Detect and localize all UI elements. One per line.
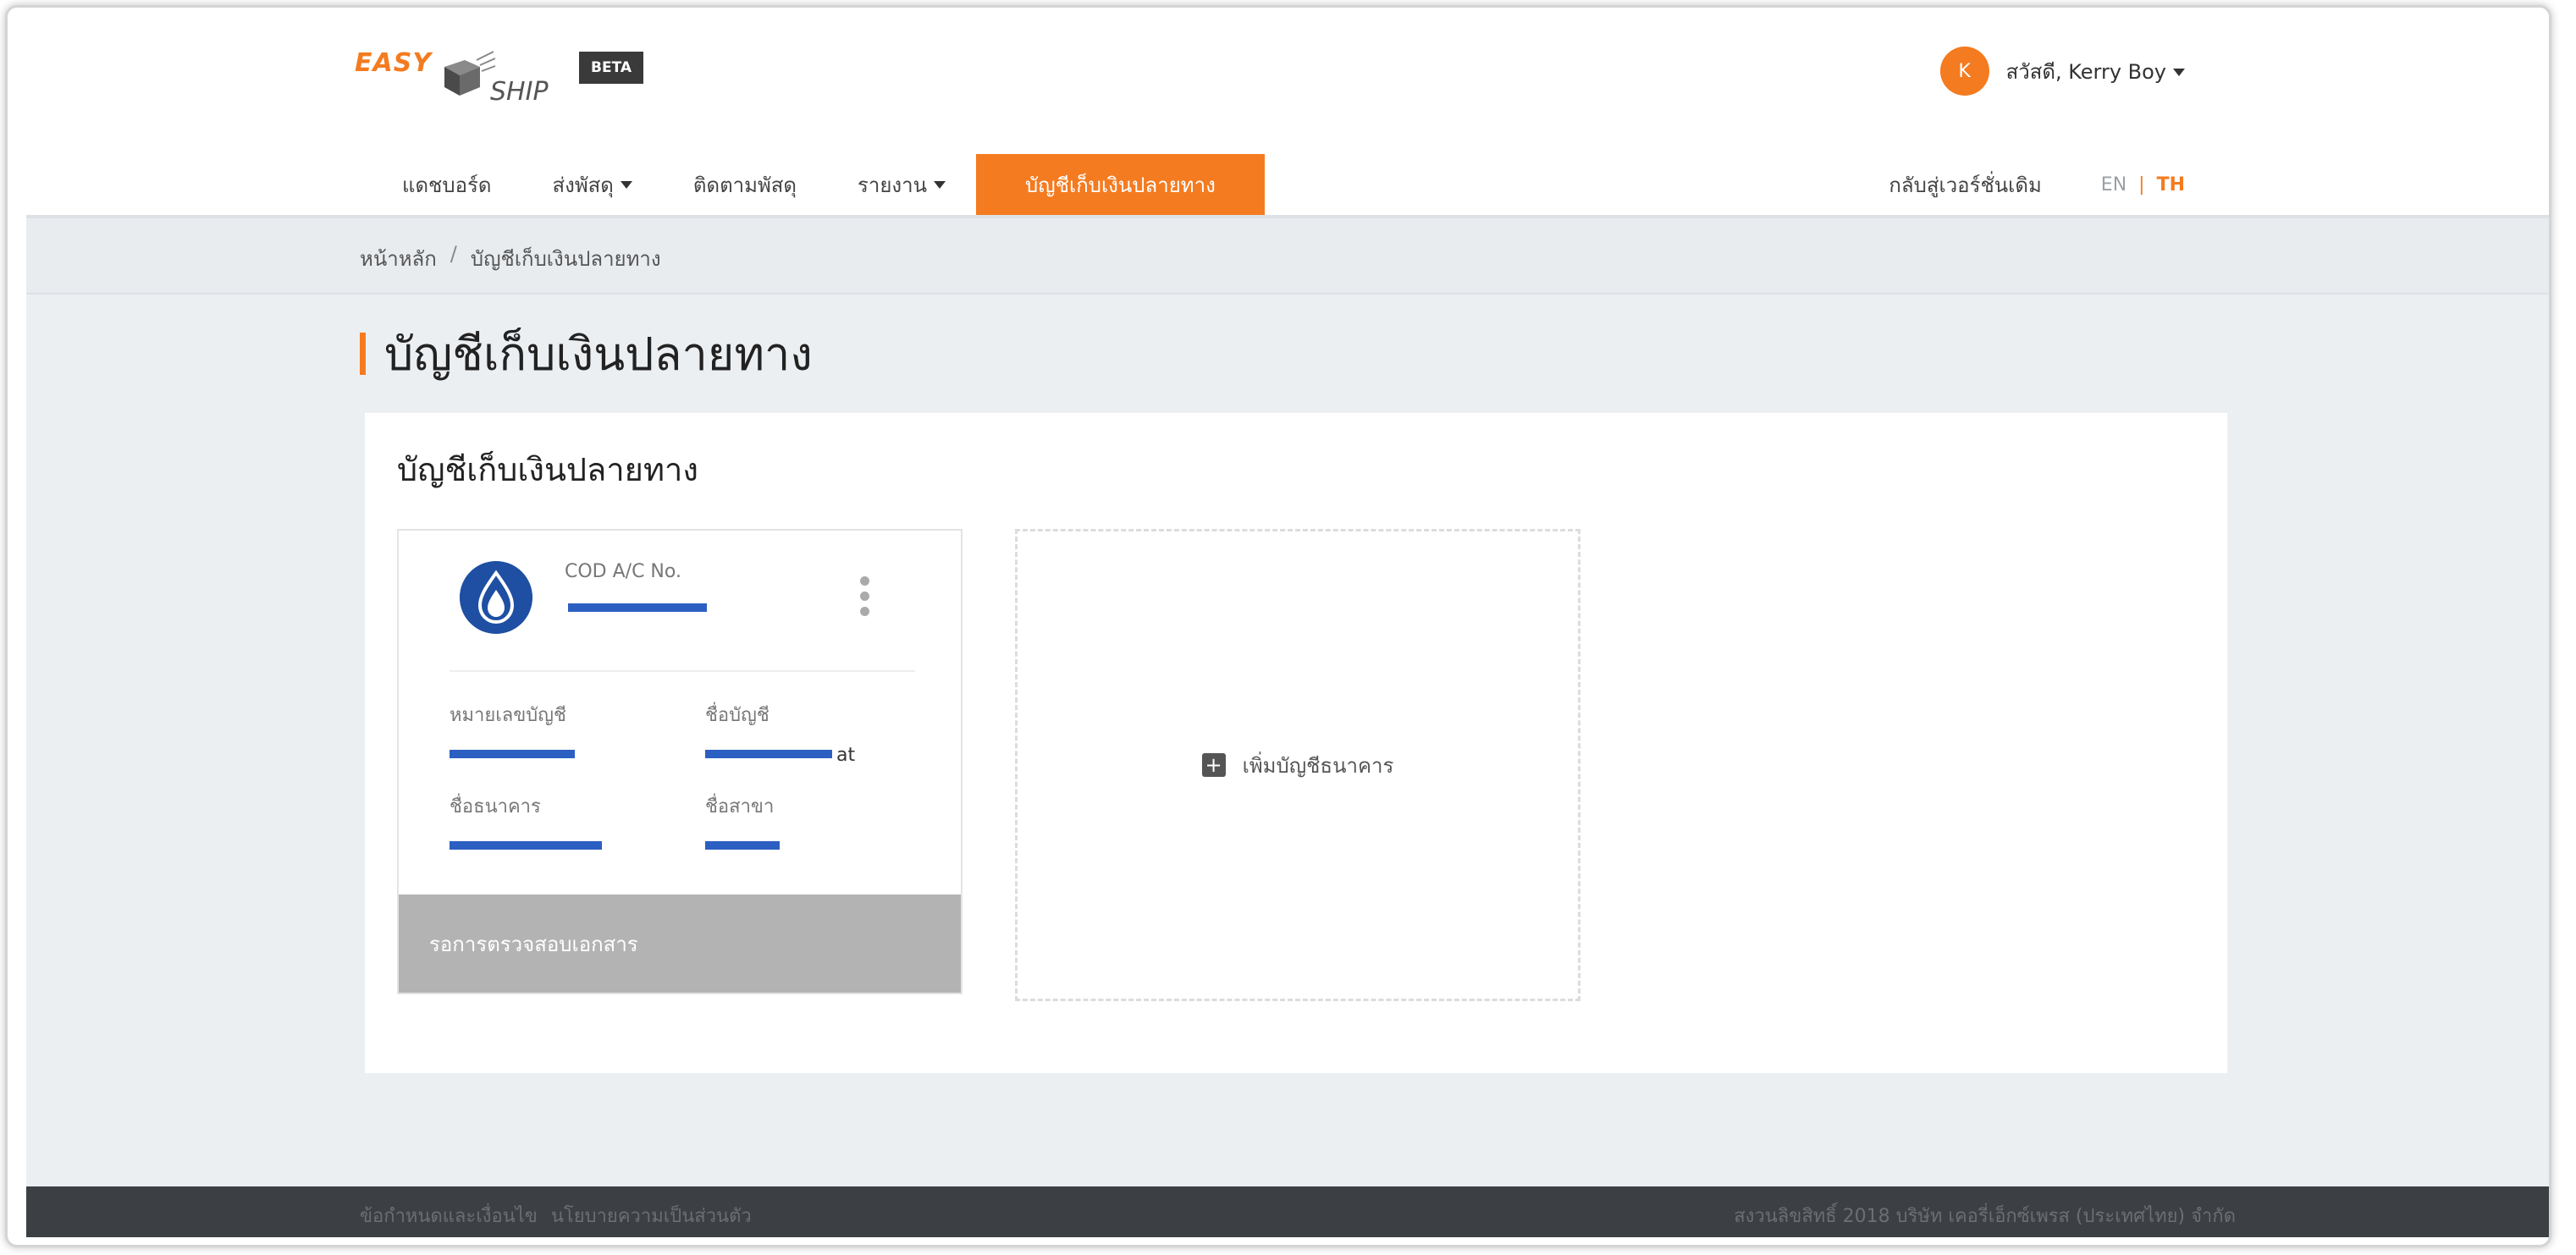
redaction-mark: [705, 750, 832, 758]
user-menu[interactable]: K สวัสดี, Kerry Boy: [1939, 47, 2185, 96]
nav-track-parcel[interactable]: ติดตามพัสดุ: [663, 154, 827, 215]
account-number-field: หมายเลขบัญชี: [450, 700, 593, 758]
logo-ship-text: SHIP: [490, 77, 549, 107]
redaction-mark: [450, 841, 602, 850]
breadcrumb: หน้าหลัก / บัญชีเก็บเงินปลายทาง: [360, 242, 661, 275]
bank-name-field: ชื่อธนาคาร: [450, 791, 602, 850]
breadcrumb-home[interactable]: หน้าหลัก: [360, 242, 437, 275]
title-accent-bar: [360, 333, 366, 375]
nav-report[interactable]: รายงาน: [827, 154, 976, 215]
bank-logo-icon: [460, 561, 532, 634]
cod-account-panel: บัญชีเก็บเงินปลายทาง COD A/C No. หมายเลข…: [365, 413, 2227, 1073]
chevron-down-icon: [620, 180, 632, 189]
account-card: COD A/C No. หมายเลขบัญชี ชื่อบัญชี at ชื…: [397, 529, 963, 994]
back-to-old-version-link[interactable]: กลับสู่เวอร์ชั่นเดิม: [1889, 168, 2041, 201]
footer: ข้อกำหนดและเงื่อนไข นโยบายความเป็นส่วนตั…: [26, 1186, 2549, 1237]
cod-account-label: COD A/C No.: [565, 561, 681, 582]
main-content: หน้าหลัก / บัญชีเก็บเงินปลายทาง บัญชีเก็…: [26, 215, 2549, 1186]
browser-window: EASY SHIP BETA K สวัสดี, Kerry Boy แดชบอ…: [5, 5, 2551, 1247]
account-name-value: at: [705, 745, 855, 766]
redaction-mark: [450, 750, 575, 758]
user-greeting[interactable]: สวัสดี, Kerry Boy: [2006, 55, 2185, 88]
lang-en[interactable]: EN: [2101, 174, 2126, 195]
kebab-menu-icon[interactable]: [856, 576, 873, 624]
page-title: บัญชีเก็บเงินปลายทาง: [384, 328, 813, 381]
header: EASY SHIP BETA K สวัสดี, Kerry Boy แดชบอ…: [8, 8, 2549, 215]
account-number-label: หมายเลขบัญชี: [450, 705, 566, 726]
breadcrumb-separator: /: [450, 242, 457, 266]
branch-name-field: ชื่อสาขา: [705, 791, 849, 850]
avatar[interactable]: K: [1939, 47, 1989, 96]
page-title-row: บัญชีเก็บเงินปลายทาง: [360, 328, 813, 381]
breadcrumb-current: บัญชีเก็บเงินปลายทาง: [470, 247, 661, 271]
branch-name-label: ชื่อสาขา: [705, 796, 775, 817]
redaction-mark: [568, 603, 707, 612]
account-name-label: ชื่อบัญชี: [705, 705, 769, 726]
nav-right: กลับสู่เวอร์ชั่นเดิม EN | TH: [1889, 154, 2185, 215]
logo-easy-text: EASY: [355, 48, 433, 78]
chevron-down-icon: [934, 180, 946, 189]
nav-send-parcel[interactable]: ส่งพัสดุ: [521, 154, 662, 215]
plus-square-icon: +: [1201, 753, 1226, 777]
nav-send-parcel-label: ส่งพัสดุ: [552, 173, 614, 197]
footer-terms-link[interactable]: ข้อกำหนดและเงื่อนไข: [360, 1201, 538, 1230]
user-greeting-text: สวัสดี, Kerry Boy: [2005, 59, 2166, 84]
redaction-mark: [705, 841, 780, 850]
box-logo-icon: [444, 51, 496, 96]
panel-title: บัญชีเก็บเงินปลายทาง: [397, 451, 698, 488]
footer-links: ข้อกำหนดและเงื่อนไข นโยบายความเป็นส่วนตั…: [360, 1201, 752, 1230]
account-name-text: at: [836, 745, 856, 766]
nav-track-parcel-label: ติดตามพัสดุ: [692, 173, 797, 197]
add-bank-account-button[interactable]: + เพิ่มบัญชีธนาคาร: [1015, 529, 1580, 1001]
nav-report-label: รายงาน: [858, 173, 928, 197]
account-name-field: ชื่อบัญชี at: [705, 700, 855, 766]
card-divider: [450, 670, 915, 672]
nav-cod-account[interactable]: บัญชีเก็บเงินปลายทาง: [976, 154, 1265, 215]
nav-dashboard-label: แดชบอร์ด: [402, 173, 492, 197]
breadcrumb-bar: หน้าหลัก / บัญชีเก็บเงินปลายทาง: [26, 218, 2549, 294]
footer-privacy-link[interactable]: นโยบายความเป็นส่วนตัว: [551, 1201, 752, 1230]
lang-th[interactable]: TH: [2157, 174, 2185, 195]
status-badge: รอการตรวจสอบเอกสาร: [399, 894, 961, 993]
chevron-down-icon: [2173, 69, 2185, 76]
footer-copyright: สงวนลิขสิทธิ์ 2018 บริษัท เคอรี่เอ็กซ์เพ…: [1734, 1206, 2236, 1227]
nav-dashboard[interactable]: แดชบอร์ด: [372, 154, 521, 215]
add-bank-account-label: เพิ่มบัญชีธนาคาร: [1242, 753, 1394, 778]
beta-badge: BETA: [579, 52, 644, 84]
nav-cod-account-label: บัญชีเก็บเงินปลายทาง: [1025, 173, 1216, 197]
easyship-logo[interactable]: EASY SHIP: [355, 33, 558, 109]
language-switcher: EN | TH: [2101, 174, 2185, 195]
bank-name-label: ชื่อธนาคาร: [450, 796, 541, 817]
lang-separator: |: [2138, 173, 2145, 195]
main-nav: แดชบอร์ด ส่งพัสดุ ติดตามพัสดุ รายงาน บัญ…: [372, 154, 1265, 215]
